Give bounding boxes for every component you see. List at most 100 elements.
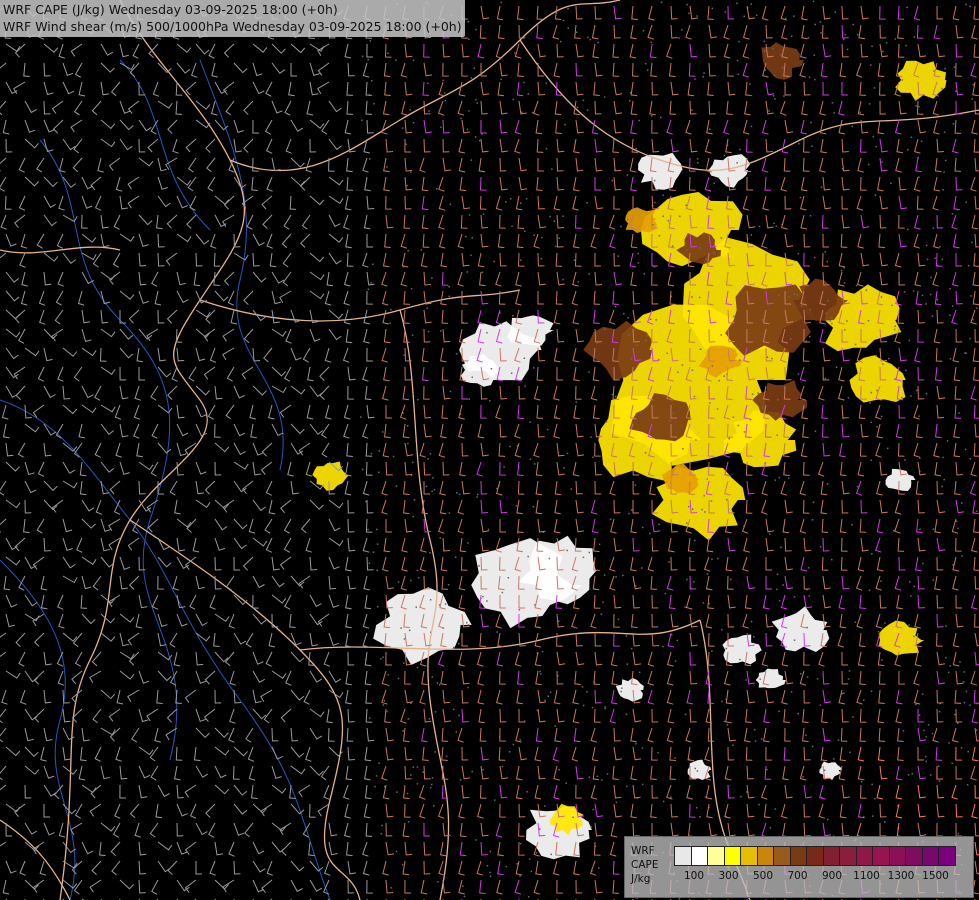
wind-barb	[214, 442, 230, 453]
wind-barb	[243, 138, 254, 153]
wind-barb	[457, 499, 464, 515]
wind-barb	[365, 81, 373, 96]
wind-barb	[971, 803, 978, 819]
wind-barb	[290, 43, 306, 54]
cape-speckle	[927, 724, 930, 726]
wind-barb	[496, 5, 504, 21]
wind-barb	[727, 784, 735, 799]
wind-barb	[879, 43, 888, 58]
wind-barb	[146, 708, 159, 722]
cape-speckle	[824, 377, 827, 380]
wind-barb	[100, 461, 115, 473]
cape-speckle	[468, 110, 470, 112]
wind-barb	[328, 214, 341, 228]
wind-barb	[73, 138, 83, 154]
wind-barb	[934, 290, 942, 306]
cape-speckle	[870, 690, 873, 693]
wind-barb	[518, 822, 525, 837]
cape-speckle	[834, 11, 836, 13]
cape-speckle	[971, 98, 973, 100]
wind-barb	[499, 519, 506, 533]
cape-speckle	[929, 293, 932, 296]
wind-barb	[21, 271, 28, 287]
wind-barb	[764, 765, 772, 780]
wind-barb	[306, 100, 314, 116]
wind-barb	[290, 879, 303, 893]
wind-barb	[362, 62, 370, 78]
wind-barb	[708, 100, 716, 115]
wind-barb	[298, 784, 311, 798]
wind-barb	[799, 518, 807, 534]
wind-barb	[298, 575, 311, 589]
cape-speckle	[604, 328, 606, 330]
wind-barb	[479, 727, 487, 742]
cape-speckle	[510, 372, 513, 374]
cape-speckle	[942, 189, 944, 191]
wind-barb	[176, 347, 185, 362]
wind-barb	[688, 176, 696, 191]
cape-speckle	[941, 258, 944, 261]
wind-barb	[344, 803, 351, 819]
wind-barb	[108, 518, 121, 532]
cape-speckle	[586, 691, 588, 693]
wind-barb	[572, 309, 580, 325]
cape-speckle	[725, 647, 728, 650]
cape-speckle	[931, 315, 934, 317]
river-line	[39, 139, 178, 761]
wind-barb	[708, 822, 718, 837]
wind-barb	[347, 62, 355, 77]
wind-barb	[917, 575, 925, 590]
wind-barb	[535, 119, 543, 135]
cape-speckle	[562, 215, 564, 217]
cape-speckle	[582, 99, 585, 102]
wind-barb	[575, 81, 584, 96]
cape-speckle	[681, 364, 684, 366]
cape-speckle	[870, 64, 872, 66]
cape-speckle	[501, 591, 504, 594]
wind-barb	[898, 670, 905, 685]
cape-speckle	[597, 41, 599, 44]
wind-barb	[24, 670, 38, 683]
wind-barb	[613, 499, 621, 514]
wind-barb	[670, 24, 678, 39]
cape-speckle	[791, 35, 793, 37]
wind-barb	[875, 613, 883, 629]
wind-barb	[119, 366, 127, 381]
wind-barb	[309, 119, 325, 129]
wind-barb	[423, 423, 432, 438]
cape-speckle	[402, 730, 404, 732]
wind-barb	[404, 746, 413, 761]
wind-barb	[423, 708, 432, 723]
cape-speckle	[880, 580, 882, 582]
wind-barb	[23, 62, 30, 77]
wind-barb	[803, 461, 810, 476]
cape-speckle	[573, 259, 576, 261]
wind-barb	[176, 423, 189, 437]
wind-barb	[176, 613, 188, 627]
wind-barb	[271, 575, 285, 588]
cape-speckle	[549, 215, 551, 218]
wind-barb	[838, 119, 845, 135]
wind-barb	[53, 784, 64, 800]
wind-barb	[514, 442, 522, 458]
cape-speckle	[377, 605, 379, 608]
cape-speckle	[603, 96, 606, 98]
wind-barb	[381, 347, 388, 363]
wind-barb	[157, 347, 166, 362]
cape-speckle	[711, 558, 713, 560]
wind-barb	[328, 822, 338, 837]
wind-barb	[79, 480, 87, 496]
wind-barb	[784, 119, 794, 134]
cape-speckle	[641, 747, 644, 749]
wind-barb	[915, 290, 923, 306]
wind-barb	[383, 366, 390, 382]
wind-barb	[109, 480, 121, 495]
wind-barb	[271, 784, 287, 794]
wind-barb	[723, 24, 730, 40]
wind-barb	[556, 233, 564, 248]
legend-swatch	[773, 846, 791, 866]
wind-barb	[419, 803, 426, 819]
wind-barb	[366, 556, 374, 571]
wind-barb	[745, 708, 752, 723]
cape-speckle	[678, 37, 680, 39]
